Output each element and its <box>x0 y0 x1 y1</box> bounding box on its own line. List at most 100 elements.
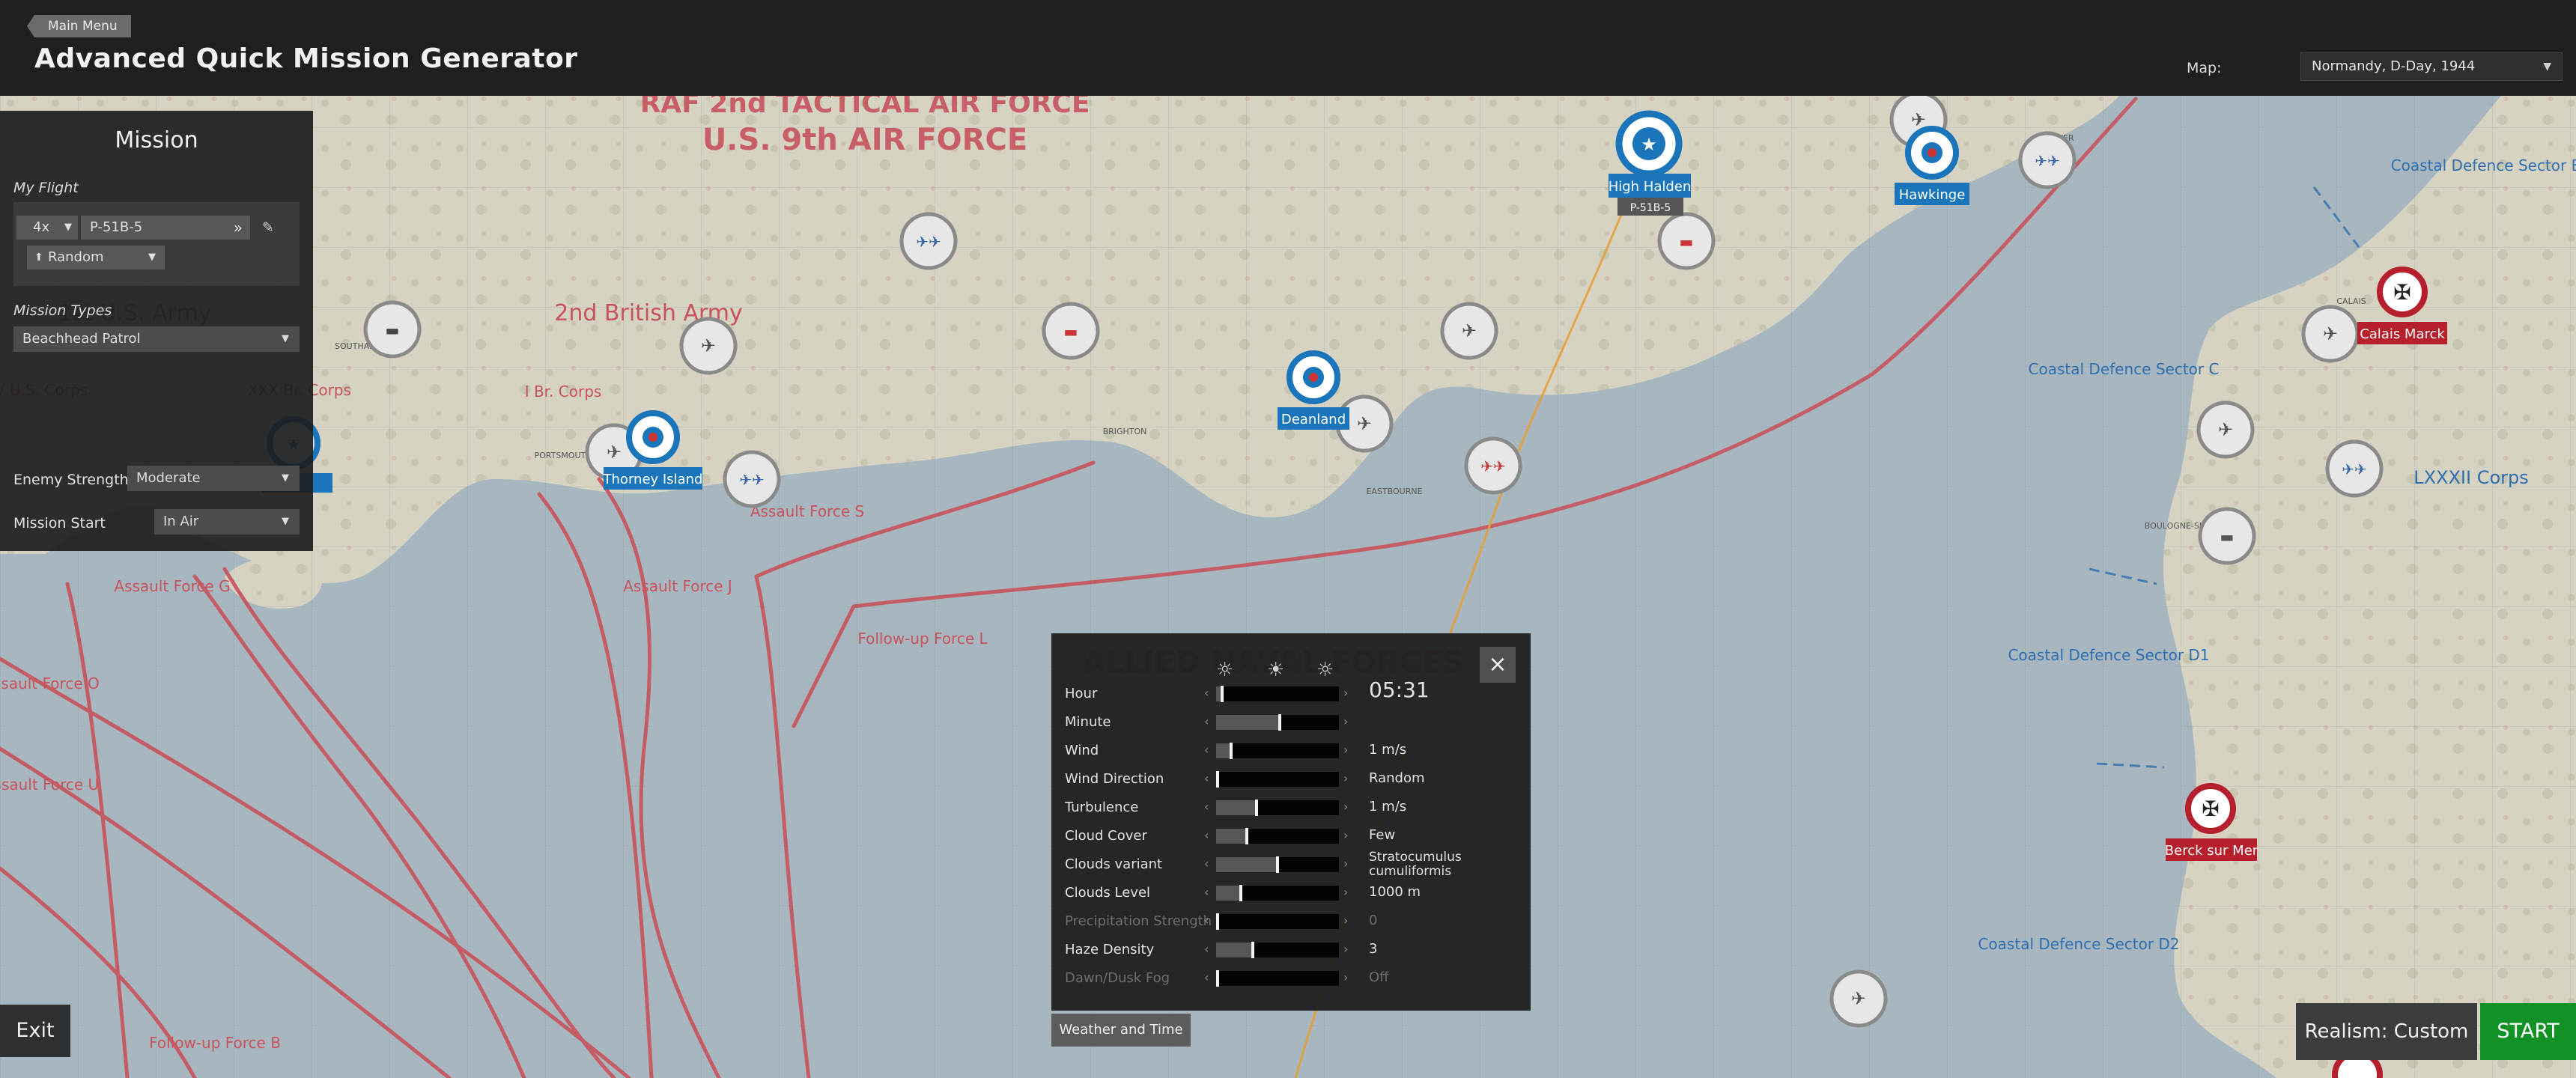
slider-thumb[interactable] <box>1255 800 1258 816</box>
chevron-right-icon[interactable]: › <box>1343 714 1348 728</box>
chevron-left-icon[interactable]: ‹ <box>1204 942 1209 956</box>
chevron-down-icon: ▼ <box>282 333 289 344</box>
dusk-icon: ☼ <box>1316 659 1334 681</box>
chevron-left-icon: ‹ <box>1204 913 1209 928</box>
target-marker[interactable]: ▬ <box>363 300 422 359</box>
chevron-down-icon: ▼ <box>148 252 156 263</box>
target-marker[interactable]: ▬ <box>1657 212 1716 270</box>
mission-type-select[interactable]: Beachhead Patrol ▼ <box>13 326 300 352</box>
chevron-right-icon[interactable]: › <box>1343 686 1348 700</box>
slider-thumb[interactable] <box>1239 885 1242 901</box>
weather-slider[interactable] <box>1216 828 1339 844</box>
chevron-left-icon[interactable]: ‹ <box>1204 828 1209 842</box>
target-marker[interactable]: ▬ <box>1042 302 1100 360</box>
chevron-left-icon[interactable]: ‹ <box>1204 885 1209 899</box>
chevron-left-icon[interactable]: ‹ <box>1204 686 1209 700</box>
zone-label-af-s: Assault Force S <box>750 502 864 520</box>
close-icon[interactable]: × <box>1480 647 1516 683</box>
enemy-strength-select[interactable]: Moderate ▼ <box>127 466 300 491</box>
chevron-right-icon[interactable]: › <box>1343 743 1348 757</box>
slider-thumb[interactable] <box>1276 856 1279 873</box>
chevron-left-icon[interactable]: ‹ <box>1204 743 1209 757</box>
chevron-down-icon: ▼ <box>64 222 72 233</box>
weather-slider[interactable] <box>1216 885 1339 901</box>
chevron-right-icon[interactable]: › <box>1343 942 1348 956</box>
weather-slider[interactable] <box>1216 686 1339 702</box>
weather-row-value: 0 <box>1369 913 1378 928</box>
weather-slider[interactable] <box>1216 942 1339 958</box>
chevron-left-icon[interactable]: ‹ <box>1204 714 1209 728</box>
flight-count-select[interactable]: 4x ▼ <box>16 216 78 240</box>
chevron-left-icon[interactable]: ‹ <box>1204 856 1209 871</box>
realism-button[interactable]: Realism: Custom <box>2296 1003 2477 1060</box>
double-chevron-right-icon: » <box>233 219 243 237</box>
aircraft-marker[interactable]: ✈ <box>2196 401 2255 459</box>
svg-text:Berck sur Mer: Berck sur Mer <box>2165 843 2258 859</box>
mission-panel-title: Mission <box>115 127 198 153</box>
svg-text:▬: ▬ <box>2220 528 2235 546</box>
weather-slider[interactable] <box>1216 800 1339 816</box>
game-screen: RAF 2nd TACTICAL AIR FORCE U.S. 9th AIR … <box>0 0 2576 1078</box>
skin-select[interactable]: ⬆ Random ▼ <box>27 246 165 270</box>
group-marker[interactable]: ✈✈ <box>2018 131 2077 189</box>
slider-thumb[interactable] <box>1251 942 1254 958</box>
map-select[interactable]: Normandy, D-Day, 1944 ▼ <box>2300 52 2563 81</box>
aircraft-marker[interactable]: ✈ <box>1440 302 1498 360</box>
aircraft-marker[interactable]: ✈ <box>2301 305 2360 363</box>
my-flight-group <box>13 202 300 286</box>
chevron-right-icon[interactable]: › <box>1343 800 1348 814</box>
map-select-value: Normandy, D-Day, 1944 <box>2312 58 2476 74</box>
group-marker[interactable]: ✈✈ <box>1464 436 1522 495</box>
chevron-right-icon[interactable]: › <box>1343 828 1348 842</box>
target-marker[interactable]: ▬ <box>2198 507 2256 565</box>
svg-text:✈✈: ✈✈ <box>1480 457 1506 475</box>
zone-label-fu-b: Follow-up Force B <box>149 1034 281 1052</box>
group-marker[interactable]: ✈✈ <box>723 450 781 508</box>
exit-button[interactable]: Exit <box>0 1005 70 1057</box>
weather-row: Precipitation Strength ‹ › 0 <box>1065 907 1514 936</box>
zone-label-usaf: U.S. 9th AIR FORCE <box>702 123 1027 157</box>
chevron-right-icon[interactable]: › <box>1343 885 1348 899</box>
aircraft-marker[interactable]: ✈ <box>1829 969 1888 1028</box>
weather-row-label: Hour <box>1065 686 1098 701</box>
zone-label-cd-b: Coastal Defence Sector B <box>2391 156 2576 174</box>
weather-slider[interactable] <box>1216 714 1339 731</box>
chevron-right-icon[interactable]: › <box>1343 771 1348 785</box>
slider-thumb[interactable] <box>1216 771 1219 788</box>
town-label: CALAIS <box>2336 296 2366 306</box>
weather-row-label: Minute <box>1065 714 1111 730</box>
aircraft-marker[interactable]: ✈ <box>679 317 738 375</box>
slider-thumb[interactable] <box>1278 714 1281 731</box>
mission-types-label: Mission Types <box>13 302 112 319</box>
svg-text:Thorney Island: Thorney Island <box>603 472 703 487</box>
chevron-left-icon[interactable]: ‹ <box>1204 800 1209 814</box>
weather-row: Hour ‹ › <box>1065 680 1514 708</box>
svg-text:Calais Marck: Calais Marck <box>2360 326 2445 342</box>
weather-row-label: Clouds Level <box>1065 885 1151 901</box>
weather-row: Cloud Cover ‹ › Few <box>1065 822 1514 850</box>
aircraft-select[interactable]: P-51B-5 » <box>81 216 250 240</box>
svg-text:✈: ✈ <box>607 442 622 463</box>
weather-slider[interactable] <box>1216 743 1339 759</box>
dawn-icon: ☼ <box>1216 659 1234 681</box>
svg-text:✈: ✈ <box>701 335 716 356</box>
svg-text:▬: ▬ <box>1064 323 1078 341</box>
slider-fill <box>1216 857 1278 872</box>
weather-slider[interactable] <box>1216 856 1339 873</box>
group-marker[interactable]: ✈✈ <box>2325 439 2384 498</box>
mission-start-select[interactable]: In Air ▼ <box>154 509 300 535</box>
weather-row-label: Precipitation Strength <box>1065 913 1212 929</box>
slider-thumb[interactable] <box>1230 743 1233 759</box>
svg-text:✈✈: ✈✈ <box>2035 152 2060 170</box>
group-marker[interactable]: ✈✈ <box>899 212 958 270</box>
chevron-right-icon[interactable]: › <box>1343 856 1348 871</box>
skin-icon: ⬆ <box>34 252 43 264</box>
weather-and-time-tab[interactable]: Weather and Time <box>1051 1014 1191 1047</box>
wrench-icon[interactable]: ✎ <box>258 217 279 238</box>
slider-thumb[interactable] <box>1221 686 1224 702</box>
main-menu-button[interactable]: Main Menu <box>27 15 131 37</box>
start-button[interactable]: START <box>2480 1003 2576 1060</box>
weather-slider[interactable] <box>1216 771 1339 788</box>
chevron-left-icon[interactable]: ‹ <box>1204 771 1209 785</box>
slider-thumb[interactable] <box>1245 828 1248 844</box>
